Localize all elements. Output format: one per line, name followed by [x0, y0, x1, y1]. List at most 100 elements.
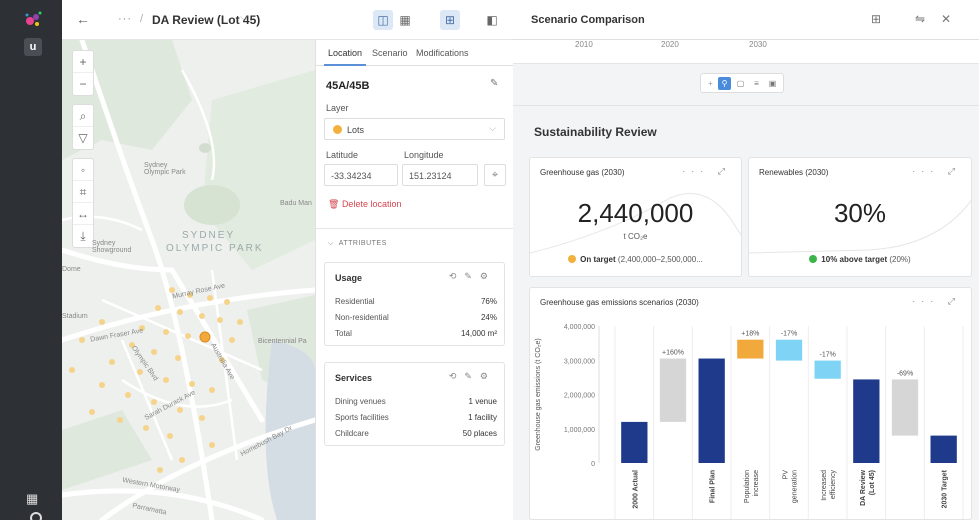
timeline-year: 2020 [661, 40, 679, 49]
breadcrumb-more-icon[interactable]: ··· [118, 13, 132, 25]
dashboard-icon[interactable]: ⊞ [871, 12, 881, 26]
x-tick-label: Population [744, 470, 751, 503]
timeline-year: 2030 [749, 40, 767, 49]
bar-data-label: +18% [741, 331, 759, 338]
map-filter-icon[interactable]: ▽ [73, 127, 93, 149]
services-card-actions[interactable]: ⟲✎⚙ [449, 371, 496, 382]
usage-title: Usage [335, 273, 363, 283]
back-arrow-icon[interactable]: ← [76, 11, 90, 27]
list-view-icon[interactable]: ≡ [750, 77, 763, 90]
services-row: Sports facilities 1 facility [335, 413, 497, 422]
tab-modifications[interactable]: Modifications [416, 48, 469, 58]
detail-tabs: Location Scenario Modifications [316, 40, 514, 66]
x-tick-label: Increased [821, 470, 828, 501]
x-tick-label: increase [753, 470, 760, 497]
usage-card: Usage ⟲✎⚙ Residential 76% Non-residential… [324, 262, 505, 346]
bar-data-label: -17% [781, 331, 797, 338]
kpi-actions[interactable]: ··· ⤢ [912, 166, 961, 177]
title-chevron-down-icon[interactable]: ⌵ [240, 12, 248, 23]
user-avatar-icon[interactable] [30, 512, 42, 520]
kpi-value: 30% [833, 198, 887, 228]
y-tick-label: 1,000,000 [564, 427, 595, 434]
x-tick-label: generation [792, 470, 799, 503]
y-tick-label: 2,000,000 [564, 393, 595, 400]
renewables-kpi-card: Renewables (2030) ··· ⤢ 30% 10% above ta… [748, 157, 972, 277]
add-view-icon[interactable]: + [704, 77, 717, 90]
usage-row: Total 14,000 m² [335, 329, 497, 338]
location-title: 45A/45B [326, 80, 370, 92]
zoom-controls: + − [72, 50, 94, 96]
insights-view-icon[interactable]: ⚲ [718, 77, 731, 90]
swap-icon[interactable]: ⇋ [915, 12, 925, 26]
kpi-status: On target (2,400,000–2,500,000... [530, 255, 741, 264]
chart-bar [621, 421, 648, 463]
download-icon[interactable]: ⤓ [73, 225, 93, 247]
delete-location-label: Delete location [341, 199, 402, 209]
app-home-button[interactable]: u [24, 38, 42, 56]
kpi-actions[interactable]: ··· ⤢ [682, 166, 731, 177]
map-label-showground: Sydney Showground [92, 240, 132, 254]
latitude-input[interactable]: -33.34234 [324, 164, 398, 186]
zoom-in-button[interactable]: + [73, 51, 93, 73]
section-divider [513, 105, 979, 106]
services-card: Services ⟲✎⚙ Dining venues 1 venue Sports… [324, 362, 505, 446]
document-view-icon[interactable]: ▢ [734, 77, 747, 90]
emissions-chart-card: Greenhouse gas emissions scenarios (2030… [529, 287, 972, 520]
tab-location[interactable]: Location [328, 48, 362, 58]
edit-pencil-icon[interactable]: ✎ [490, 78, 498, 89]
delete-location-button[interactable]: 🗑 Delete location [328, 199, 401, 210]
services-title: Services [335, 373, 373, 383]
x-tick-label: 2030 Target [942, 469, 949, 508]
measure-tool-icon[interactable]: ↔ [73, 203, 93, 225]
x-tick-label: (Lot 45) [869, 470, 876, 495]
map-label-bicentennial: Bicentennial Pa [258, 338, 307, 345]
emissions-waterfall-chart: Greenhouse gas emissions (t CO₂e) 0 1,000,… [535, 324, 964, 519]
bar-data-label: -17% [819, 352, 835, 359]
location-detail-panel: Location Scenario Modifications 45A/45B … [315, 40, 514, 520]
map-label-olympic-park-big: OLYMPIC PARK [166, 243, 264, 254]
status-dot [809, 255, 818, 263]
map-canvas[interactable]: + − ⌕ ▽ ◦ ⌗ ↔ ⤓ Sydney Olympic Park SYDN… [62, 40, 315, 520]
usage-card-actions[interactable]: ⟲✎⚙ [449, 271, 496, 282]
table-view-icon[interactable]: ▦ [395, 10, 415, 30]
services-row: Dining venues 1 venue [335, 397, 497, 406]
x-tick-label: DA Review [860, 469, 867, 505]
y-tick-label: 0 [591, 461, 595, 468]
map-view-icon[interactable]: ◫ [373, 10, 393, 30]
y-axis-label: Greenhouse gas emissions (t CO₂e) [535, 338, 542, 450]
active-tab-indicator [324, 64, 366, 66]
kpi-value: 2,440,000 [577, 198, 694, 228]
bar-data-label: +160% [662, 350, 684, 357]
layer-select-value: Lots [347, 125, 365, 135]
layer-select[interactable]: Lots ⌵ [324, 118, 505, 140]
map-label-badu: Badu Man [280, 200, 312, 207]
x-tick-label: PV [783, 470, 790, 480]
kpi-unit: t CO₂e [623, 232, 648, 241]
chart-bar [698, 358, 725, 463]
zoom-out-button[interactable]: − [73, 73, 93, 95]
view-toolbar: + ⚲ ▢ ≡ ▣ [700, 73, 784, 93]
breadcrumb-separator: / [140, 13, 144, 25]
map-label-stadium: Stadium [62, 313, 88, 320]
toggle-panel-icon[interactable]: ◧ [482, 10, 502, 30]
map-search-icon[interactable]: ⌕ [73, 105, 93, 127]
tab-scenario[interactable]: Scenario [372, 48, 408, 58]
app-logo-icon[interactable] [22, 10, 44, 32]
close-icon[interactable]: ✕ [941, 12, 951, 26]
lots-color-dot [333, 125, 342, 134]
chart-bar [891, 379, 919, 436]
crosshair-icon[interactable]: ⌖ [484, 164, 506, 186]
point-tool-icon[interactable]: ◦ [73, 159, 93, 181]
apps-grid-icon[interactable]: ▦ [26, 492, 38, 505]
attributes-toggle[interactable]: ⌵ ATTRIBUTES [328, 240, 387, 248]
longitude-input[interactable]: 151.23124 [402, 164, 478, 186]
title-chevron-down-icon[interactable]: ⌵ [628, 13, 636, 24]
area-tool-icon[interactable]: ⌗ [73, 181, 93, 203]
split-panel-icon[interactable]: ⊞ [440, 10, 460, 30]
chart-bar [737, 339, 764, 359]
greenhouse-gas-kpi-card: Greenhouse gas (2030) ··· ⤢ 2,440,000 t … [529, 157, 742, 277]
timeline-axis: 2010 2020 2030 [513, 40, 979, 64]
x-tick-label: efficiency [830, 470, 837, 500]
image-view-icon[interactable]: ▣ [766, 77, 779, 90]
bar-data-label: -69% [897, 370, 913, 377]
